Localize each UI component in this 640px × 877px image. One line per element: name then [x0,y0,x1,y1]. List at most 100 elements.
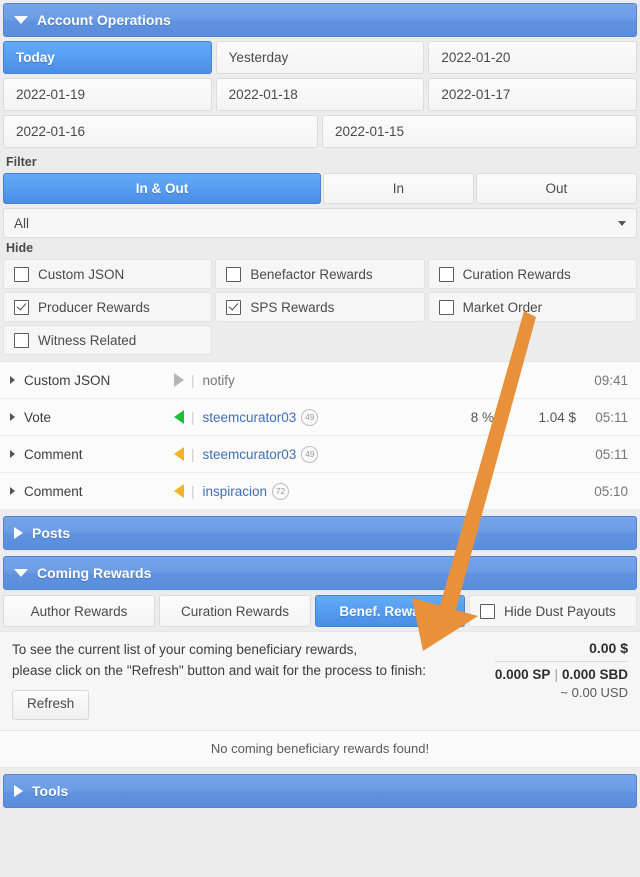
hide-grid-spacer [215,325,424,355]
tab-author-rewards[interactable]: Author Rewards [3,595,155,627]
filter-button-in[interactable]: In [323,173,474,204]
section-header-account-operations[interactable]: Account Operations [3,3,637,37]
filter-segmented-control: In & Out In Out [0,173,640,204]
hide-row-1: Custom JSON Benefactor Rewards Curation … [3,259,637,289]
section-title-coming-rewards: Coming Rewards [37,565,152,581]
hide-dust-payouts-checkbox[interactable]: Hide Dust Payouts [469,595,637,627]
operation-type: Comment [24,446,83,462]
operation-time: 09:41 [594,372,628,388]
hide-checkbox-curation-rewards[interactable]: Curation Rewards [427,259,637,289]
hide-checkbox-producer-rewards[interactable]: Producer Rewards [3,292,213,322]
coming-rewards-totals: 0.00 $ 0.000 SP | 0.000 SBD ~ 0.00 USD [494,640,628,700]
reputation-badge: 72 [272,482,290,500]
date-row-3: 2022-01-16 2022-01-15 [3,115,637,148]
hide-checkbox-witness-related[interactable]: Witness Related [3,325,213,355]
date-button-yesterday[interactable]: Yesterday [215,41,425,74]
total-usd-value: 0.00 $ [589,640,628,656]
operation-user-link[interactable]: inspiracion [203,484,268,499]
hide-checkbox-label: Producer Rewards [38,299,150,315]
hide-checkbox-benefactor-rewards[interactable]: Benefactor Rewards [215,259,425,289]
hide-checkbox-label: Benefactor Rewards [250,266,373,282]
hide-checkbox-grid: Custom JSON Benefactor Rewards Curation … [0,259,640,355]
chevron-down-icon [14,569,28,577]
coming-rewards-tabs: Author Rewards Curation Rewards Benef. R… [0,590,640,631]
filter-label: Filter [6,155,37,169]
checkbox-icon [438,266,454,282]
chevron-right-icon [14,784,23,797]
instruction-line-1: To see the current list of your coming b… [12,642,358,657]
date-row-2: 2022-01-19 2022-01-18 2022-01-17 [3,78,638,111]
hide-checkbox-custom-json[interactable]: Custom JSON [3,259,213,289]
checkbox-checked-icon [14,299,29,315]
filter-button-out[interactable]: Out [475,173,637,204]
section-header-tools[interactable]: Tools [3,773,637,808]
hide-dust-payouts-label: Hide Dust Payouts [504,603,616,619]
checkbox-checked-icon [226,299,242,315]
direction-out-icon [174,484,184,498]
operation-user-link[interactable]: steemcurator03 [203,447,297,462]
date-button-2022-01-20[interactable]: 2022-01-20 [428,41,638,74]
operation-percent: 8 % [470,409,494,425]
hide-row-2: Producer Rewards SPS Rewards Market Orde… [3,292,637,322]
hide-checkbox-label: Curation Rewards [462,266,571,282]
chevron-right-icon [14,527,23,539]
tab-curation-rewards[interactable]: Curation Rewards [159,595,311,627]
reputation-badge: 49 [301,408,319,426]
date-button-2022-01-16[interactable]: 2022-01-16 [3,115,318,148]
tab-benef-rewards[interactable]: Benef. Rewards [315,595,465,627]
table-row[interactable]: Vote | steemcurator03 49 8 % 1.04 $ 05:1… [0,399,640,436]
operation-type: Custom JSON [24,372,111,388]
app-root: Account Operations Today Yesterday 2022-… [0,3,640,877]
operation-time: 05:10 [594,483,628,499]
operation-user-link[interactable]: steemcurator03 [203,410,297,425]
operation-type: Vote [24,409,52,425]
hide-grid-spacer [428,325,637,355]
section-header-posts[interactable]: Posts [3,516,637,550]
totals-divider [494,661,628,662]
table-row[interactable]: Custom JSON | notify 09:41 [0,362,640,399]
filter-type-select[interactable]: All [3,208,637,238]
approx-usd-value: ~ 0.00 USD [560,685,628,700]
chevron-down-icon [618,220,626,226]
section-title-tools: Tools [32,782,69,799]
coming-rewards-empty-message: No coming beneficiary rewards found! [0,729,640,768]
date-button-2022-01-19[interactable]: 2022-01-19 [3,78,212,111]
operation-amount: 1.04 $ [538,409,576,425]
expand-row-icon[interactable] [10,450,15,458]
refresh-button[interactable]: Refresh [12,689,90,720]
table-row[interactable]: Comment | steemcurator03 49 05:11 [0,436,640,473]
date-button-today[interactable]: Today [3,41,212,74]
checkbox-icon [14,332,29,348]
chevron-down-icon [14,16,28,24]
row-divider: | [191,483,195,499]
table-row[interactable]: Comment | inspiracion 72 05:10 [0,473,640,510]
operation-time: 05:11 [595,409,628,425]
expand-row-icon[interactable] [10,487,15,495]
date-button-2022-01-17[interactable]: 2022-01-17 [428,78,638,111]
operation-time: 05:11 [595,446,628,462]
expand-row-icon[interactable] [10,376,15,384]
date-button-2022-01-18[interactable]: 2022-01-18 [215,78,425,111]
section-title-posts: Posts [32,525,71,541]
sp-amount: 0.000 SP [494,667,551,682]
operation-type: Comment [24,483,83,499]
expand-row-icon[interactable] [10,413,15,421]
totals-line: 0.000 SP | 0.000 SBD [495,667,628,682]
hide-checkbox-label: Witness Related [38,332,137,348]
hide-checkbox-sps-rewards[interactable]: SPS Rewards [215,292,425,322]
reputation-badge: 49 [301,445,319,463]
direction-none-icon [174,373,184,387]
hide-checkbox-market-order[interactable]: Market Order [427,292,637,322]
section-header-coming-rewards[interactable]: Coming Rewards [3,556,637,590]
hide-checkbox-label: Market Order [462,299,543,315]
date-button-2022-01-15[interactable]: 2022-01-15 [322,115,637,148]
filter-button-in-and-out[interactable]: In & Out [3,173,321,204]
coming-rewards-instructions: To see the current list of your coming b… [12,640,426,720]
checkbox-icon [14,266,29,282]
operation-target: notify [202,372,235,388]
row-divider: | [191,409,195,425]
hide-checkbox-label: SPS Rewards [250,299,335,315]
row-divider: | [191,446,195,462]
checkbox-icon [226,266,242,282]
filter-type-select-value: All [14,215,30,231]
